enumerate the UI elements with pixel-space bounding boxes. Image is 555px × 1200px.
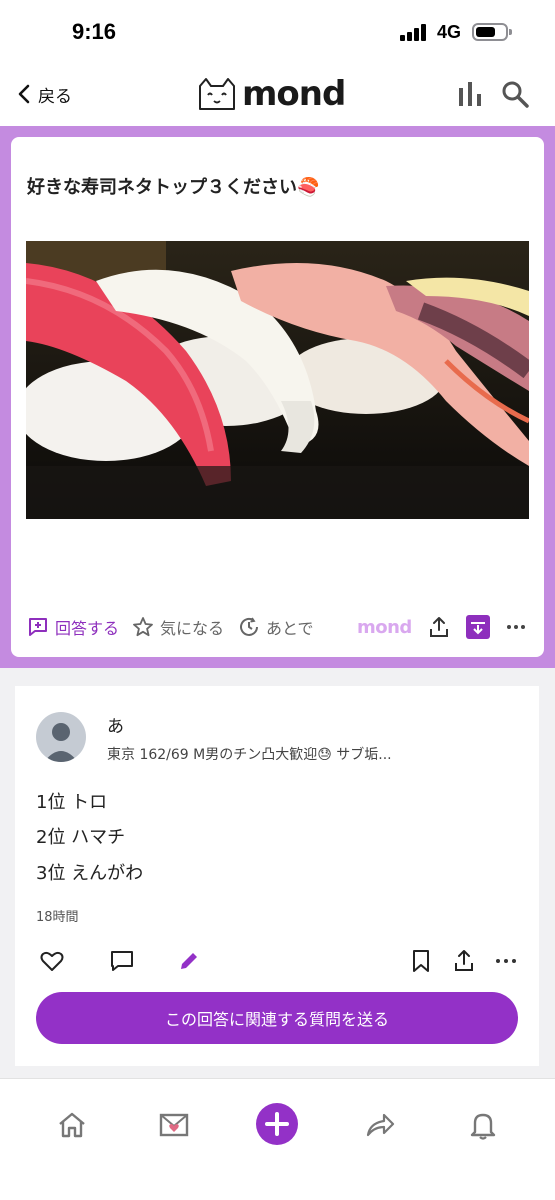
- plus-icon: [265, 1112, 289, 1136]
- question-title: 好きな寿司ネタトップ３ください🍣: [27, 177, 320, 198]
- share-icon[interactable]: [427, 615, 451, 639]
- app-header: 戻る mond: [0, 60, 555, 128]
- later-button[interactable]: あとで: [238, 615, 314, 639]
- bookmark-icon[interactable]: [408, 948, 434, 974]
- question-frame: 好きな寿司ネタトップ３ください🍣 回答する 気になる あとで mond: [0, 126, 555, 668]
- chevron-left-icon: [18, 84, 30, 104]
- home-icon[interactable]: [56, 1109, 88, 1141]
- answer-label: 回答する: [55, 619, 120, 638]
- sushi-photo[interactable]: [26, 241, 529, 519]
- back-label: 戻る: [38, 86, 72, 107]
- answer-line: 3位 えんがわ: [36, 863, 144, 884]
- answer-button[interactable]: 回答する: [27, 615, 119, 639]
- app-logo: mond: [196, 74, 346, 114]
- bell-icon[interactable]: [467, 1109, 499, 1141]
- interest-button[interactable]: 気になる: [132, 615, 224, 639]
- battery-icon: [472, 23, 512, 41]
- avatar[interactable]: [36, 712, 86, 762]
- search-icon[interactable]: [500, 80, 530, 108]
- share-icon[interactable]: [451, 948, 477, 974]
- mond-brand-button[interactable]: mond: [357, 617, 412, 638]
- question-actions: 回答する 気になる あとで mond: [11, 611, 544, 645]
- mail-icon[interactable]: [158, 1109, 190, 1141]
- answer-line: 2位 ハマチ: [36, 827, 126, 848]
- network-type: 4G: [437, 22, 462, 42]
- answer-card: あ 東京 162/69 M男のチン凸大歓迎😓 サブ垢... 1位 トロ 2位 ハ…: [15, 686, 539, 1066]
- cat-logo-icon: [199, 78, 235, 110]
- status-bar: 9:16 4G: [0, 0, 555, 60]
- clock-icon: [240, 617, 258, 636]
- answerer-name[interactable]: あ: [107, 712, 124, 737]
- comment-icon[interactable]: [109, 948, 135, 974]
- answer-icon: [29, 618, 47, 636]
- bar-chart-icon[interactable]: [455, 80, 485, 108]
- new-post-button[interactable]: [256, 1103, 298, 1145]
- interest-label: 気になる: [160, 619, 225, 638]
- edit-icon[interactable]: [176, 948, 202, 974]
- signal-icon: [400, 23, 428, 41]
- answerer-profile: 東京 162/69 M男のチン凸大歓迎😓 サブ垢...: [107, 747, 392, 763]
- logo-text: mond: [242, 74, 346, 114]
- user-avatar-icon: [44, 723, 78, 762]
- more-icon[interactable]: [493, 948, 519, 974]
- answer-time: 18時間: [36, 910, 79, 925]
- share-arrow-icon[interactable]: [364, 1109, 396, 1141]
- answer-line: 1位 トロ: [36, 792, 108, 813]
- question-card[interactable]: 好きな寿司ネタトップ３ください🍣 回答する 気になる あとで mond: [11, 137, 544, 657]
- bottom-nav: [0, 1078, 555, 1200]
- back-button[interactable]: 戻る: [16, 80, 72, 108]
- status-time: 9:16: [72, 19, 117, 44]
- more-icon[interactable]: [505, 617, 527, 637]
- heart-icon[interactable]: [39, 948, 65, 974]
- archive-icon[interactable]: [465, 614, 491, 640]
- sushi-illustration: [26, 241, 529, 519]
- star-icon: [133, 617, 153, 637]
- send-related-question-button[interactable]: この回答に関連する質問を送る: [36, 992, 518, 1044]
- later-label: あとで: [266, 619, 314, 638]
